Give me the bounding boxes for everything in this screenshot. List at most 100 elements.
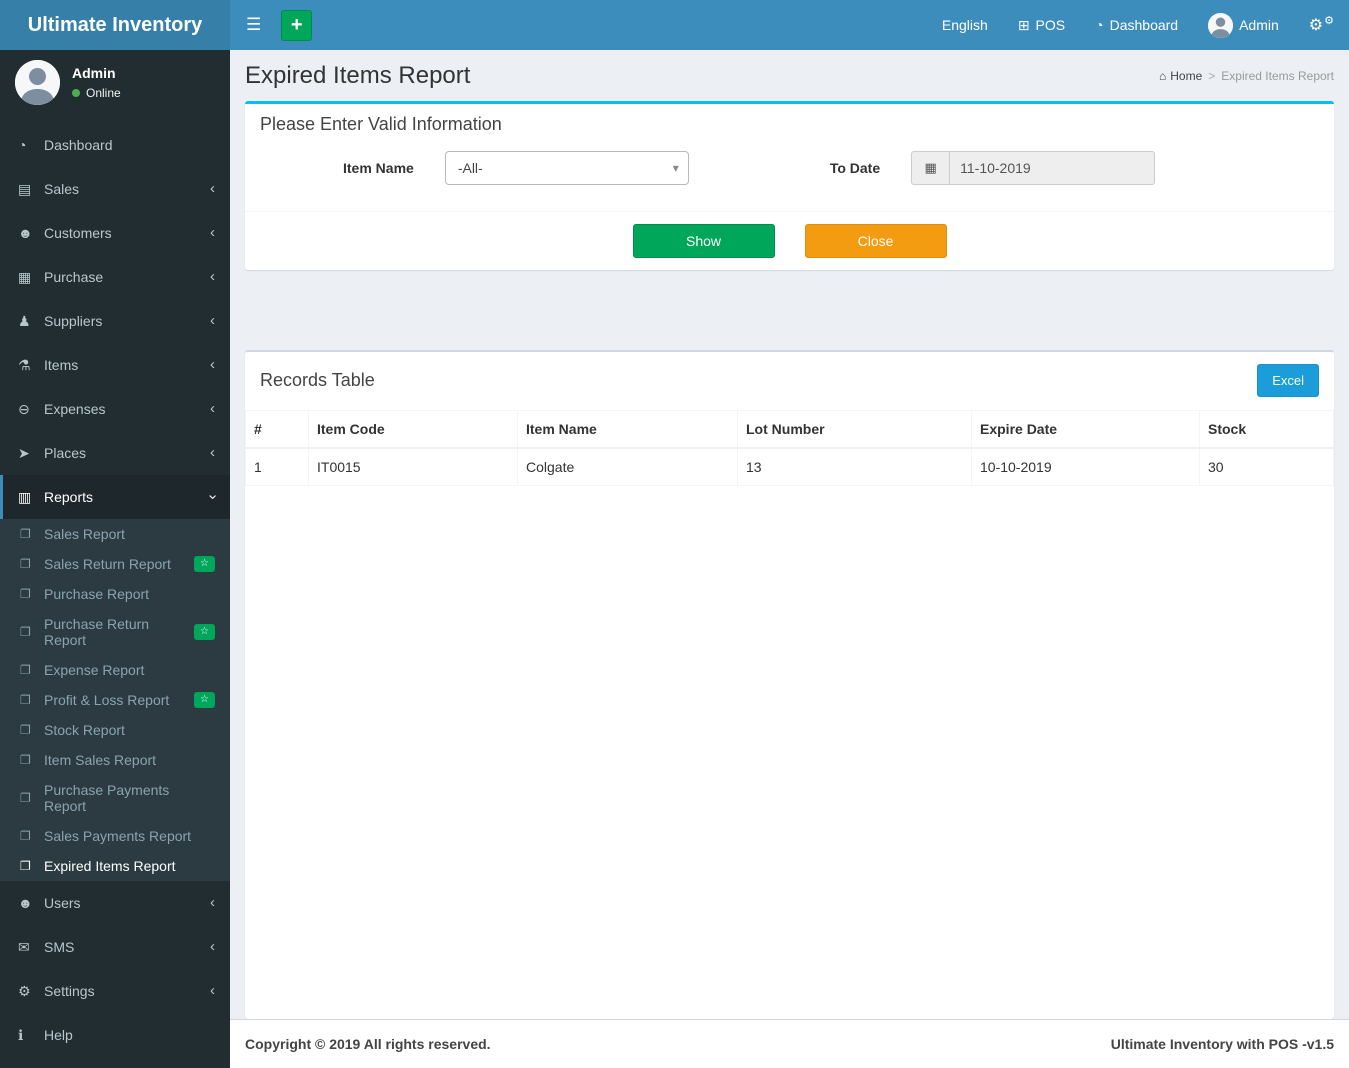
records-table-wrap: # Item Code Item Name Lot Number Expire … [245,410,1334,486]
copyright-text: Copyright © 2019 All rights reserved. [245,1036,491,1052]
file-icon: ❐ [20,829,31,843]
home-icon: ⌂ [1159,69,1167,83]
table-row: 1 IT0015 Colgate 13 10-10-2019 30 [245,447,1334,486]
sidebar-item-sales[interactable]: ▤ Sales ‹ [0,167,230,211]
calendar-icon[interactable]: ▦ [911,151,950,185]
item-name-label: Item Name [343,160,414,176]
submenu-item-purchase-payments-report[interactable]: ❐ Purchase Payments Report [0,775,230,821]
sidebar-item-suppliers[interactable]: ♟ Suppliers ‹ [0,299,230,343]
avatar [1208,12,1234,38]
sidebar-item-label: Reports [44,489,94,505]
settings-menu[interactable]: ⚙ ⚙ [1294,0,1349,50]
column-header-item-code[interactable]: Item Code [308,410,518,449]
column-header-stock[interactable]: Stock [1199,410,1334,449]
help-icon: ℹ [18,1027,24,1043]
sidebar-item-label: Sales [44,181,80,197]
cell-stock: 30 [1199,447,1334,486]
column-header-index[interactable]: # [245,410,309,449]
envelope-icon: ✉ [18,939,30,955]
sidebar-user-status[interactable]: Online [72,86,121,100]
sidebar-item-users[interactable]: ☻ Users ‹ [0,881,230,925]
sidebar-item-label: Suppliers [44,313,103,329]
chevron-left-icon: ‹ [210,938,215,955]
sidebar-menu-bottom: ☻ Users ‹ ✉ SMS ‹ ⚙ Settings ‹ ℹ Help [0,881,230,1057]
sidebar: Admin Online ◔ Dashboard ▤ Sales ‹ ☻ Cus… [0,50,230,1068]
pos-link[interactable]: ⊞ POS [1003,0,1080,50]
submenu-item-expense-report[interactable]: ❐ Expense Report [0,655,230,685]
star-badge: ☆ [194,624,215,640]
file-icon: ❐ [20,663,31,677]
bar-chart-icon: ▥ [18,489,32,505]
user-menu[interactable]: Admin [1193,0,1294,50]
cell-lot-number: 13 [737,447,972,486]
sidebar-item-label: Customers [44,225,112,241]
records-table: # Item Code Item Name Lot Number Expire … [245,410,1334,486]
submenu-item-sales-return-report[interactable]: ❐ Sales Return Report ☆ [0,549,230,579]
pos-label: POS [1035,17,1066,33]
person-icon [15,60,60,105]
submenu-item-profit-loss-report[interactable]: ❐ Profit & Loss Report ☆ [0,685,230,715]
sidebar-item-help[interactable]: ℹ Help [0,1013,230,1057]
submenu-item-label: Expired Items Report [44,858,176,874]
reports-submenu: ❐ Sales Report ❐ Sales Return Report ☆ ❐… [0,519,230,881]
submenu-item-sales-report[interactable]: ❐ Sales Report [0,519,230,549]
to-date-input[interactable] [949,151,1156,185]
navbar: ☰ + English ⊞ POS ◔ Dashboard Admin ⚙ ⚙ [230,0,1349,50]
quick-add-button[interactable]: + [281,9,313,41]
person-icon [1208,12,1234,38]
sidebar-item-expenses[interactable]: ⊖ Expenses ‹ [0,387,230,431]
sidebar-user-info: Admin Online [72,65,121,100]
file-icon: ❐ [20,625,31,639]
brand-logo[interactable]: Ultimate Inventory [0,0,230,50]
chevron-left-icon: ‹ [210,224,215,241]
submenu-item-label: Sales Return Report [44,556,171,572]
excel-export-button[interactable]: Excel [1257,364,1319,397]
content-header: Expired Items Report ⌂ Home > Expired It… [230,50,1349,101]
column-header-lot-number[interactable]: Lot Number [737,410,972,449]
sidebar-item-customers[interactable]: ☻ Customers ‹ [0,211,230,255]
chevron-left-icon: ‹ [210,400,215,417]
sidebar-item-label: Purchase [44,269,104,285]
column-header-expire-date[interactable]: Expire Date [971,410,1200,449]
sidebar-item-items[interactable]: ⚗ Items ‹ [0,343,230,387]
filter-panel: Please Enter Valid Information Item Name… [245,101,1334,270]
submenu-item-stock-report[interactable]: ❐ Stock Report [0,715,230,745]
show-button[interactable]: Show [632,224,775,258]
sidebar-toggle-button[interactable]: ☰ [230,0,277,50]
page-title: Expired Items Report [245,62,471,89]
sidebar-item-places[interactable]: ➤ Places ‹ [0,431,230,475]
to-date-input-group: ▦ [911,151,1156,185]
sidebar-item-settings[interactable]: ⚙ Settings ‹ [0,969,230,1013]
content-wrapper: Expired Items Report ⌂ Home > Expired It… [230,50,1349,1068]
records-panel: Records Table Excel # Item Code Item Nam… [245,350,1334,1019]
sidebar-item-label: Settings [44,983,95,999]
close-button[interactable]: Close [804,224,947,258]
users-icon: ☻ [18,225,33,241]
submenu-item-purchase-report[interactable]: ❐ Purchase Report [0,579,230,609]
top-navbar: Ultimate Inventory ☰ + English ⊞ POS ◔ D… [0,0,1349,50]
sidebar-item-sms[interactable]: ✉ SMS ‹ [0,925,230,969]
submenu-item-sales-payments-report[interactable]: ❐ Sales Payments Report [0,821,230,851]
grid-icon: ▦ [18,269,32,285]
submenu-item-label: Purchase Report [44,586,150,602]
page-footer: Copyright © 2019 All rights reserved. Ul… [230,1019,1349,1068]
online-status-dot [72,89,80,97]
submenu-item-label: Purchase Payments Report [44,782,170,814]
language-menu[interactable]: English [927,0,1003,50]
submenu-item-expired-items-report[interactable]: ❐ Expired Items Report [0,851,230,881]
submenu-item-label: Stock Report [44,722,125,738]
column-header-item-name[interactable]: Item Name [517,410,738,449]
item-name-select[interactable]: -All- ▾ [444,151,689,185]
breadcrumb-home-label: Home [1170,69,1203,83]
submenu-item-item-sales-report[interactable]: ❐ Item Sales Report [0,745,230,775]
dashboard-link[interactable]: ◔ Dashboard [1080,0,1193,50]
breadcrumb: ⌂ Home > Expired Items Report [1159,69,1334,83]
sidebar-item-reports[interactable]: ▥ Reports ‹ [0,475,230,519]
file-icon: ❐ [20,693,31,707]
breadcrumb-home-link[interactable]: ⌂ Home [1159,69,1202,83]
breadcrumb-current: Expired Items Report [1221,69,1334,83]
sidebar-item-dashboard[interactable]: ◔ Dashboard [0,123,230,167]
table-header-row: # Item Code Item Name Lot Number Expire … [245,410,1334,449]
sidebar-item-purchase[interactable]: ▦ Purchase ‹ [0,255,230,299]
submenu-item-purchase-return-report[interactable]: ❐ Purchase Return Report ☆ [0,609,230,655]
